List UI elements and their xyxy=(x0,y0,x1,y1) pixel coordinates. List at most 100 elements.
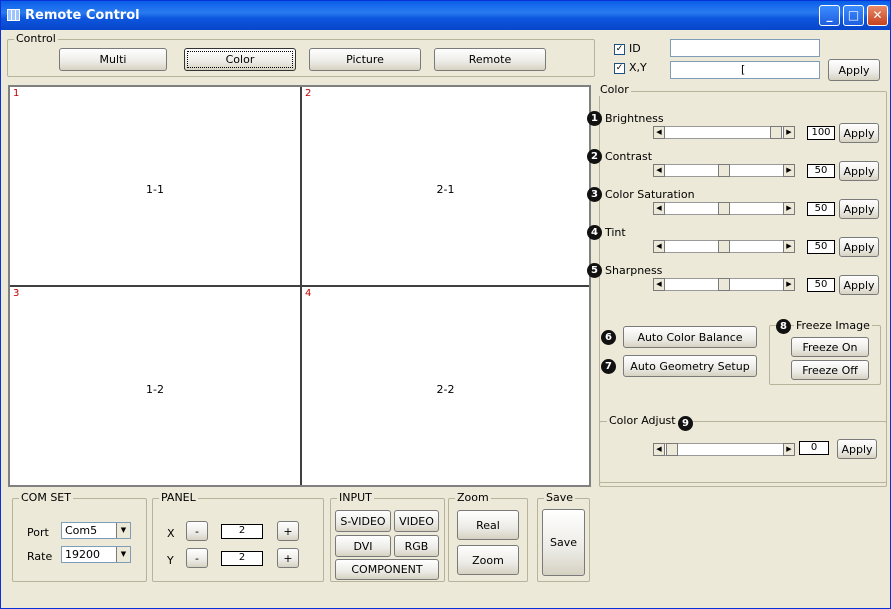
x-minus-button[interactable]: - xyxy=(186,521,208,541)
slider-thumb[interactable] xyxy=(770,126,782,139)
y-minus-button[interactable]: - xyxy=(186,548,208,568)
app-icon xyxy=(7,9,20,21)
grid-cell[interactable]: 3 1-2 xyxy=(10,287,300,485)
cell-label: 2-2 xyxy=(436,383,455,396)
save-label: Save xyxy=(544,491,576,504)
panel-label: PANEL xyxy=(159,491,198,504)
arrow-left-icon[interactable]: ◀ xyxy=(653,443,665,456)
arrow-left-icon[interactable]: ◀ xyxy=(653,126,665,139)
arrow-right-icon[interactable]: ▶ xyxy=(783,126,795,139)
chevron-down-icon[interactable]: ▼ xyxy=(116,523,130,538)
dvi-button[interactable]: DVI xyxy=(335,535,391,557)
cell-label: 1-1 xyxy=(146,183,164,196)
chevron-down-icon[interactable]: ▼ xyxy=(116,547,130,562)
badge-6-icon: 6 xyxy=(601,330,616,345)
slider-track[interactable]: ◀ ▶ xyxy=(653,278,795,291)
tab-color[interactable]: Color xyxy=(184,48,296,71)
arrow-right-icon[interactable]: ▶ xyxy=(783,240,795,253)
port-label: Port xyxy=(27,526,49,539)
rate-select[interactable]: 19200 ▼ xyxy=(61,546,131,563)
cell-number: 3 xyxy=(13,288,20,299)
x-label: X xyxy=(167,527,175,540)
title-bar[interactable]: Remote Control _ □ ✕ xyxy=(1,1,890,30)
arrow-left-icon[interactable]: ◀ xyxy=(653,164,665,177)
slider-apply-button[interactable]: Apply xyxy=(839,123,879,143)
grid-cell[interactable]: 1 1-1 xyxy=(10,87,300,285)
arrow-right-icon[interactable]: ▶ xyxy=(783,164,795,177)
color-adjust-value: 0 xyxy=(799,441,829,455)
color-adjust-apply-button[interactable]: Apply xyxy=(837,439,877,459)
freeze-on-button[interactable]: Freeze On xyxy=(791,337,869,357)
xy-input[interactable]: [ xyxy=(670,61,820,79)
svideo-button[interactable]: S-VIDEO xyxy=(335,510,391,532)
real-button[interactable]: Real xyxy=(457,510,519,540)
slider-track[interactable]: ◀ ▶ xyxy=(653,126,795,139)
component-button[interactable]: COMPONENT xyxy=(335,559,439,580)
comset-label: COM SET xyxy=(19,491,73,504)
y-label: Y xyxy=(167,554,174,567)
badge-5-icon: 5 xyxy=(587,263,602,278)
slider-value: 50 xyxy=(807,240,835,254)
auto-geometry-setup-button[interactable]: Auto Geometry Setup xyxy=(623,355,757,377)
arrow-left-icon[interactable]: ◀ xyxy=(653,240,665,253)
maximize-icon[interactable]: □ xyxy=(843,5,864,26)
slider-apply-button[interactable]: Apply xyxy=(839,161,879,181)
x-plus-button[interactable]: + xyxy=(277,521,299,541)
slider-track[interactable]: ◀ ▶ xyxy=(653,202,795,215)
color-group-label: Color xyxy=(598,83,631,96)
port-select[interactable]: Com5 ▼ xyxy=(61,522,131,539)
slider-value: 100 xyxy=(807,126,835,140)
slider-value: 50 xyxy=(807,202,835,216)
cell-label: 2-1 xyxy=(436,183,455,196)
slider-thumb[interactable] xyxy=(718,164,730,177)
slider-track[interactable]: ◀ ▶ xyxy=(653,240,795,253)
control-group-label: Control xyxy=(14,32,58,45)
tab-remote[interactable]: Remote xyxy=(434,48,546,71)
cell-number: 1 xyxy=(13,88,20,99)
grid-cell[interactable]: 2 2-1 xyxy=(302,87,589,285)
slider-label: Color Saturation xyxy=(605,188,695,201)
minimize-icon[interactable]: _ xyxy=(819,5,840,26)
arrow-left-icon[interactable]: ◀ xyxy=(653,202,665,215)
remote-control-window: Remote Control _ □ ✕ Control Multi Color… xyxy=(0,0,891,609)
color-adjust-slider[interactable]: ◀ ▶ xyxy=(653,443,795,456)
arrow-left-icon[interactable]: ◀ xyxy=(653,278,665,291)
slider-label: Contrast xyxy=(605,150,653,163)
slider-value: 50 xyxy=(807,164,835,178)
slider-thumb[interactable] xyxy=(666,443,678,456)
save-button[interactable]: Save xyxy=(542,509,585,576)
slider-value: 50 xyxy=(807,278,835,292)
arrow-right-icon[interactable]: ▶ xyxy=(783,443,795,456)
x-value: 2 xyxy=(221,524,263,539)
xy-checkbox[interactable]: ✓ xyxy=(614,63,625,74)
window-title: Remote Control xyxy=(25,8,140,23)
zoom-button[interactable]: Zoom xyxy=(457,545,519,575)
slider-thumb[interactable] xyxy=(718,240,730,253)
grid-cell[interactable]: 4 2-2 xyxy=(302,287,589,485)
color-adjust-label: Color Adjust xyxy=(607,414,678,427)
y-plus-button[interactable]: + xyxy=(277,548,299,568)
arrow-right-icon[interactable]: ▶ xyxy=(783,278,795,291)
panel-grid: 1 1-1 2 2-1 3 1-2 4 2-2 xyxy=(8,85,591,487)
slider-apply-button[interactable]: Apply xyxy=(839,275,879,295)
freeze-off-button[interactable]: Freeze Off xyxy=(791,360,869,380)
close-icon[interactable]: ✕ xyxy=(867,5,888,26)
id-input[interactable] xyxy=(670,39,820,57)
id-apply-button[interactable]: Apply xyxy=(828,59,880,81)
video-button[interactable]: VIDEO xyxy=(394,510,439,532)
slider-apply-button[interactable]: Apply xyxy=(839,237,879,257)
id-label: ID xyxy=(629,42,641,55)
slider-thumb[interactable] xyxy=(718,278,730,291)
comset-group: COM SET xyxy=(12,491,147,582)
auto-color-balance-button[interactable]: Auto Color Balance xyxy=(623,326,757,348)
tab-picture[interactable]: Picture xyxy=(309,48,421,71)
grid-divider-horizontal xyxy=(10,285,589,287)
rgb-button[interactable]: RGB xyxy=(394,535,439,557)
slider-apply-button[interactable]: Apply xyxy=(839,199,879,219)
arrow-right-icon[interactable]: ▶ xyxy=(783,202,795,215)
slider-thumb[interactable] xyxy=(718,202,730,215)
tab-multi[interactable]: Multi xyxy=(59,48,167,71)
slider-track[interactable]: ◀ ▶ xyxy=(653,164,795,177)
badge-2-icon: 2 xyxy=(587,149,602,164)
id-checkbox[interactable]: ✓ xyxy=(614,44,625,55)
